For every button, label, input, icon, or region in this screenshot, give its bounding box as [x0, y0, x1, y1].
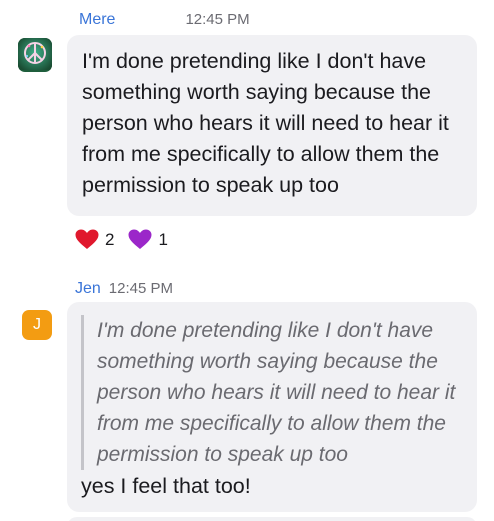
message-header: Jen 12:45 PM [75, 280, 173, 298]
reactions-bar: 2 1 [75, 229, 168, 250]
reaction-count: 2 [105, 229, 115, 249]
author-name[interactable]: Jen [75, 280, 101, 298]
author-name[interactable]: Mere [79, 11, 115, 29]
red-heart-icon [75, 229, 99, 250]
avatar-initial: J [33, 316, 41, 333]
message-text: I'm done pretending like I don't have so… [82, 49, 449, 197]
reaction-red-heart[interactable]: 2 [75, 229, 114, 250]
peace-sign-icon [18, 38, 52, 72]
message-bubble[interactable] [67, 517, 477, 521]
chat-thread: Mere 12:45 PM I'm done pretending like I… [0, 0, 494, 521]
message-header: Mere 12:45 PM [79, 11, 250, 31]
message-bubble[interactable]: I'm done pretending like I don't have so… [67, 302, 477, 512]
avatar[interactable]: J [22, 310, 52, 340]
reaction-count: 1 [158, 229, 168, 249]
reaction-purple-heart[interactable]: 1 [128, 229, 168, 250]
message-text: yes I feel that too! [81, 474, 251, 498]
message-timestamp: 12:45 PM [108, 280, 174, 297]
purple-heart-icon [128, 229, 152, 250]
message-bubble[interactable]: I'm done pretending like I don't have so… [67, 35, 477, 216]
message-timestamp: 12:45 PM [185, 11, 250, 28]
quoted-message[interactable]: I'm done pretending like I don't have so… [81, 315, 463, 470]
avatar[interactable] [18, 38, 52, 72]
